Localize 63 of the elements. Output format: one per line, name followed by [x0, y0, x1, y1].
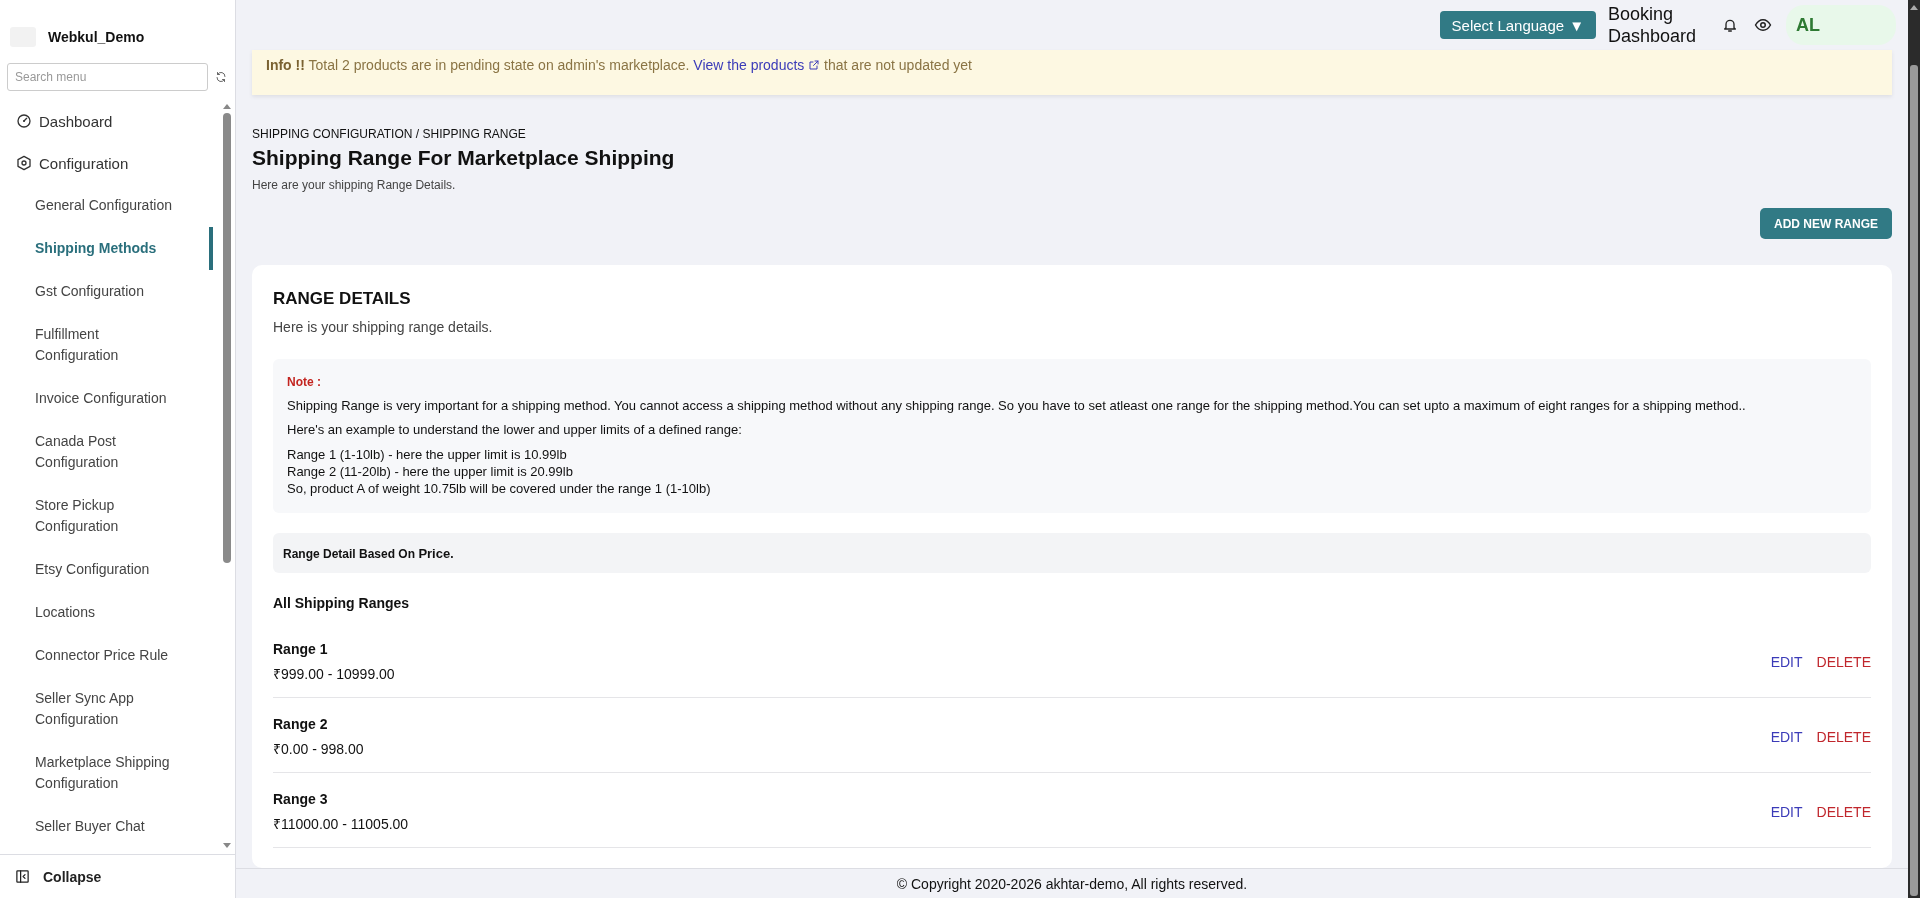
- breadcrumb: SHIPPING CONFIGURATION / SHIPPING RANGE: [252, 127, 527, 141]
- sidebar-item[interactable]: Dashboard: [0, 100, 221, 142]
- note-text: Shipping Range is very important for a shipping method. You cannot access a shipping method without any shipping range. So you have to set atleast one range for the shipping method.You can set upto a maximum of eight ranges for a shipping method..: [287, 398, 1747, 413]
- info-message: Info !! Total 2 products are in pending state on admin's marketplace. View the products that are not updated yet: [266, 57, 973, 73]
- booking-dashboard-link[interactable]: Booking Dashboard: [1608, 3, 1708, 47]
- page-title: Shipping Range For Marketplace Shipping: [252, 146, 676, 170]
- view-products-link[interactable]: View the products: [693, 57, 821, 73]
- brand-name: Webkul_Demo: [48, 29, 145, 45]
- range-value: ₹11000.00 - 11005.00: [273, 815, 409, 833]
- sidebar-item[interactable]: Store Pickup Configuration: [0, 484, 213, 548]
- gauge-icon: [16, 113, 32, 129]
- user-avatar[interactable]: AL: [1786, 5, 1896, 45]
- sidebar-item[interactable]: Gst Configuration: [0, 270, 213, 313]
- eye-icon[interactable]: [1754, 16, 1772, 34]
- note-label: Note :: [287, 375, 322, 389]
- scrollbar-thumb[interactable]: [223, 113, 231, 563]
- sidebar-item[interactable]: Connector Price Rule: [0, 634, 213, 677]
- edit-link[interactable]: EDIT: [1770, 654, 1803, 670]
- refresh-icon[interactable]: [215, 71, 227, 83]
- sidebar-item[interactable]: Marketplace Shipping Configuration: [0, 741, 213, 805]
- delete-link[interactable]: DELETE: [1816, 654, 1871, 670]
- edit-link[interactable]: EDIT: [1770, 729, 1803, 745]
- note-text: Here's an example to understand the lower and upper limits of a defined range:: [287, 422, 743, 437]
- example-text: So, product A of weight 10.75lb will be covered under the range 1 (1-10lb): [287, 480, 712, 497]
- sidebar-item[interactable]: Canada Post Configuration: [0, 420, 213, 484]
- range-value: ₹0.00 - 998.00: [273, 740, 364, 758]
- sidebar-item[interactable]: Invoice Configuration: [0, 377, 213, 420]
- sidebar-item[interactable]: Fulfillment Configuration: [0, 313, 213, 377]
- sidebar-item[interactable]: General Configuration: [0, 184, 213, 227]
- external-link-icon: [808, 59, 821, 71]
- card-title: RANGE DETAILS: [273, 289, 412, 309]
- card-subtitle: Here is your shipping range details.: [273, 319, 494, 335]
- sidebar-item[interactable]: Shipping Methods: [0, 227, 213, 270]
- range-name: Range 1: [273, 641, 329, 657]
- example-text: Range 2 (11-20lb) - here the upper limit is 20.99lb: [287, 463, 574, 480]
- hexagon-icon: [16, 155, 32, 171]
- sidebar-collapse-icon: [15, 869, 30, 884]
- range-name: Range 2: [273, 716, 329, 732]
- delete-link[interactable]: DELETE: [1816, 804, 1871, 820]
- bell-icon[interactable]: [1722, 17, 1738, 33]
- scroll-down-arrow[interactable]: [223, 843, 231, 848]
- range-basis-bar: Range Detail Based On Price.: [273, 533, 1871, 573]
- range-value: ₹999.00 - 10999.00: [273, 665, 395, 683]
- scroll-up-arrow[interactable]: [1910, 5, 1918, 10]
- scrollbar[interactable]: [1908, 0, 1920, 898]
- sidebar-item[interactable]: Configuration: [0, 142, 221, 184]
- collapse-button[interactable]: Collapse: [0, 854, 235, 898]
- sidebar-item[interactable]: Seller Sync App Configuration: [0, 677, 213, 741]
- sidebar-item[interactable]: Etsy Configuration: [0, 548, 213, 591]
- sidebar-item[interactable]: Seller Buyer Chat: [0, 805, 213, 848]
- delete-link[interactable]: DELETE: [1816, 729, 1871, 745]
- page-subtitle: Here are your shipping Range Details.: [252, 178, 457, 192]
- scroll-up-arrow[interactable]: [223, 104, 231, 109]
- range-name: Range 3: [273, 791, 329, 807]
- add-new-range-button[interactable]: ADD NEW RANGE: [1760, 208, 1892, 239]
- scrollbar-thumb[interactable]: [1910, 65, 1918, 896]
- edit-link[interactable]: EDIT: [1770, 804, 1803, 820]
- search-field[interactable]: Search menu: [7, 63, 208, 91]
- language-select-button[interactable]: Select Language ▼: [1439, 11, 1596, 39]
- list-heading: All Shipping Ranges: [273, 595, 411, 611]
- sidebar-item[interactable]: Locations: [0, 591, 213, 634]
- example-text: Range 1 (1-10lb) - here the upper limit is 10.99lb: [287, 446, 568, 463]
- copyright-text: © Copyright 2020-2026 akhtar-demo, All rights reserved.: [896, 875, 1248, 892]
